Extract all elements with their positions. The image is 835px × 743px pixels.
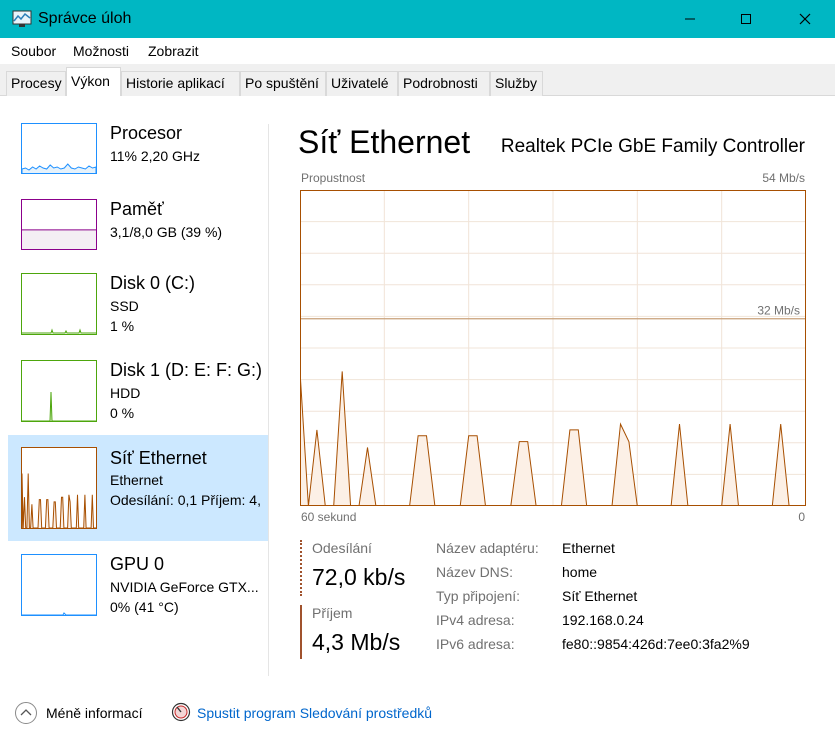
- chart-title: Propustnost: [301, 171, 366, 185]
- sidebar-line2: 0% (41 °C): [110, 599, 179, 615]
- tab-po-spusteni[interactable]: Po spuštění: [240, 71, 326, 96]
- sidebar-item-sit-ethernet[interactable]: Síť Ethernet Ethernet Odesílání: 0,1 Pří…: [8, 435, 268, 541]
- disk1-thumbnail: [21, 360, 97, 422]
- tab-uzivatele[interactable]: Uživatelé: [326, 71, 398, 96]
- sidebar-line1: HDD: [110, 385, 141, 401]
- gpu-thumbnail: [21, 554, 97, 616]
- sidebar-line1: Ethernet: [110, 472, 163, 488]
- sidebar-item-procesor[interactable]: Procesor 11% 2,20 GHz: [8, 116, 268, 192]
- sidebar-title: Disk 1 (D: E: F: G:): [110, 360, 263, 380]
- reference-label: 32 Mb/s: [757, 304, 800, 318]
- open-resource-monitor-link[interactable]: Spustit program Sledování prostředků: [197, 705, 432, 721]
- sidebar-item-gpu0[interactable]: GPU 0 NVIDIA GeForce GTX... 0% (41 °C): [8, 541, 268, 629]
- minimize-button[interactable]: [662, 0, 718, 38]
- send-indicator: [300, 540, 302, 596]
- menu-bar: Soubor Možnosti Zobrazit: [0, 38, 835, 64]
- tab-bar: Procesy Výkon Historie aplikací Po spušt…: [0, 64, 835, 97]
- sidebar-title: Paměť: [110, 199, 164, 219]
- sidebar-title: GPU 0: [110, 554, 165, 574]
- x-right-label: 0: [798, 510, 805, 524]
- memory-thumbnail: [21, 199, 97, 250]
- prop-label-ipv6: IPv6 adresa:: [436, 636, 515, 652]
- sidebar-line2: 0 %: [110, 405, 135, 421]
- prop-label-connection-type: Typ připojení:: [436, 588, 521, 604]
- menu-moznosti[interactable]: Možnosti: [73, 43, 129, 59]
- menu-soubor[interactable]: Soubor: [11, 43, 56, 59]
- prop-value-ipv4: 192.168.0.24: [562, 612, 644, 628]
- throughput-chart: 32 Mb/s: [300, 190, 806, 506]
- prop-label-ipv4: IPv4 adresa:: [436, 612, 515, 628]
- menu-zobrazit[interactable]: Zobrazit: [148, 43, 199, 59]
- task-manager-icon: [12, 10, 32, 27]
- send-label: Odesílání: [312, 540, 372, 556]
- receive-value: 4,3 Mb/s: [312, 629, 401, 655]
- sidebar-line1: NVIDIA GeForce GTX...: [110, 579, 259, 595]
- receive-label: Příjem: [312, 605, 353, 621]
- close-button[interactable]: [777, 0, 833, 38]
- x-left-label: 60 sekund: [301, 510, 357, 524]
- footer: Méně informací Spustit program Sledování…: [0, 692, 835, 743]
- maximize-button[interactable]: [718, 0, 774, 38]
- tab-historie-aplikaci[interactable]: Historie aplikací: [121, 71, 240, 96]
- sidebar-title: Disk 0 (C:): [110, 273, 195, 293]
- minimize-icon: [685, 18, 695, 20]
- sidebar-item-disk1[interactable]: Disk 1 (D: E: F: G:) HDD 0 %: [8, 356, 268, 436]
- sidebar-title: Síť Ethernet: [110, 448, 207, 468]
- tab-podrobnosti[interactable]: Podrobnosti: [398, 71, 490, 96]
- receive-indicator: [300, 605, 302, 659]
- y-max-label: 54 Mb/s: [762, 171, 805, 185]
- prop-value-connection-type: Síť Ethernet: [562, 588, 638, 604]
- close-icon: [799, 13, 811, 25]
- fewer-details-button[interactable]: Méně informací: [46, 705, 142, 721]
- resource-monitor-icon: [171, 702, 191, 722]
- sidebar-line1: 11% 2,20 GHz: [110, 148, 201, 164]
- sidebar-line2: Odesílání: 0,1 Příjem: 4,: [110, 492, 261, 508]
- maximize-icon: [741, 14, 751, 24]
- sidebar-item-disk0[interactable]: Disk 0 (C:) SSD 1 %: [8, 268, 268, 356]
- chevron-up-icon[interactable]: [14, 701, 38, 725]
- sidebar-divider: [268, 124, 269, 676]
- disk0-thumbnail: [21, 273, 97, 335]
- prop-label-dns: Název DNS:: [436, 564, 514, 580]
- prop-label-adapter: Název adaptéru:: [436, 540, 539, 556]
- sidebar-item-pamet[interactable]: Paměť 3,1/8,0 GB (39 %): [8, 192, 268, 268]
- window-title: Správce úloh: [38, 10, 132, 27]
- prop-value-ipv6: fe80::9854:426d:7ee0:3fa2%9: [562, 636, 750, 652]
- sidebar-line1: 3,1/8,0 GB (39 %): [110, 224, 223, 240]
- sidebar-title: Procesor: [110, 123, 183, 143]
- cpu-thumbnail: [21, 123, 97, 174]
- sidebar-line2: 1 %: [110, 318, 135, 334]
- sidebar-line1: SSD: [110, 298, 139, 314]
- send-value: 72,0 kb/s: [312, 564, 406, 590]
- adapter-subtitle: Realtek PCIe GbE Family Controller: [500, 136, 805, 157]
- prop-value-dns: home: [562, 564, 598, 580]
- title-bar: Správce úloh: [0, 0, 835, 38]
- prop-value-adapter: Ethernet: [562, 540, 615, 556]
- tab-procesy[interactable]: Procesy: [6, 71, 66, 96]
- tab-sluzby[interactable]: Služby: [490, 71, 543, 96]
- network-thumbnail: [21, 447, 97, 529]
- page-title: Síť Ethernet: [298, 124, 471, 160]
- performance-panel: Procesor 11% 2,20 GHz Paměť 3,1/8,0 GB (…: [0, 96, 835, 692]
- tab-vykon[interactable]: Výkon: [66, 67, 121, 97]
